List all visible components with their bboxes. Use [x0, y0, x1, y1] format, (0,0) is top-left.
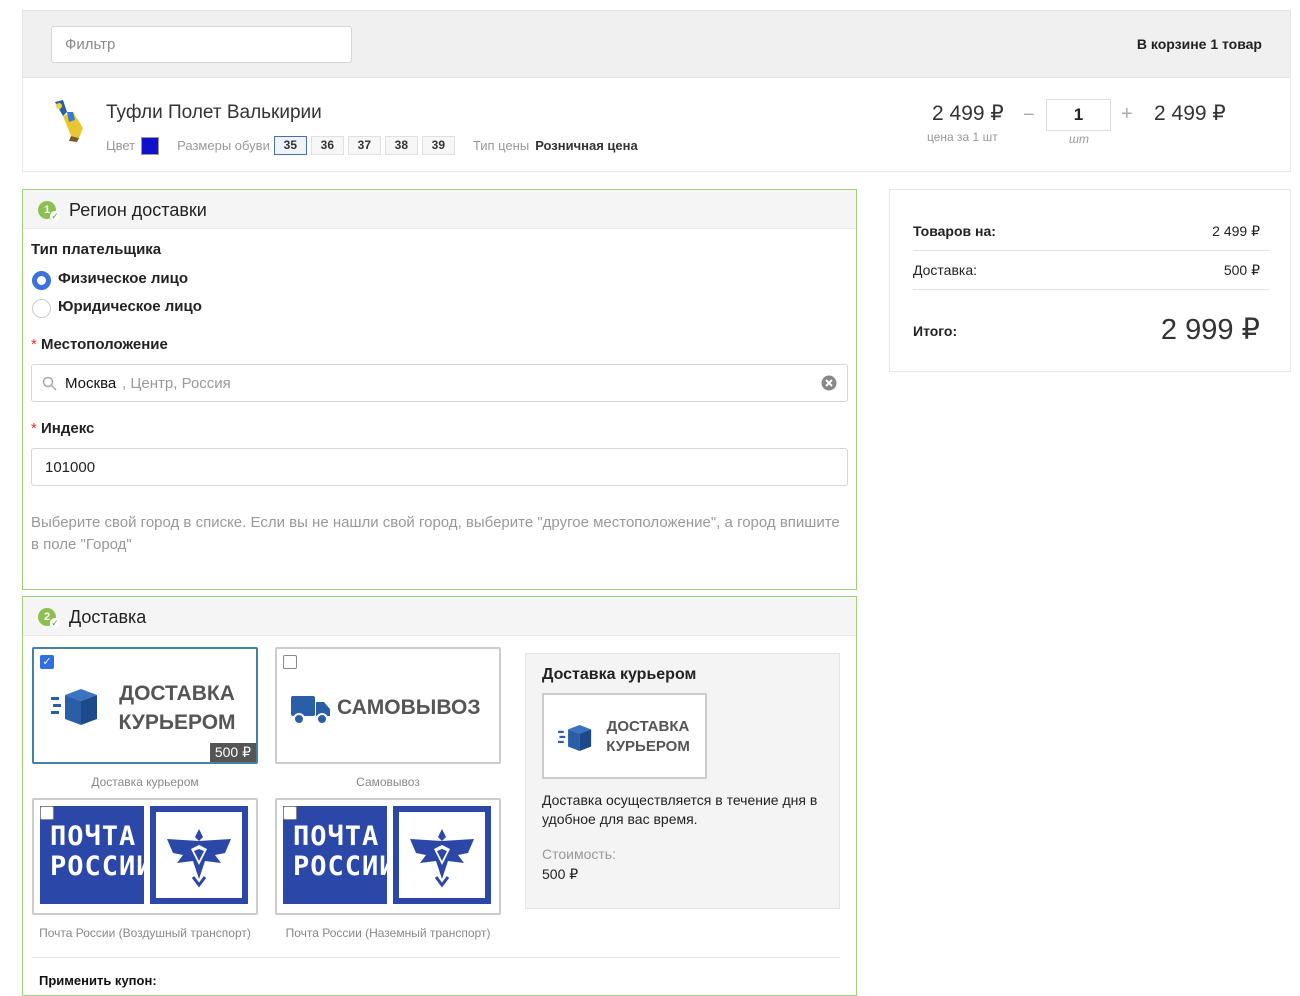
color-label: Цвет: [106, 138, 136, 153]
courier-box-icon: [51, 689, 97, 725]
size-option[interactable]: 35: [273, 136, 307, 155]
russian-post-logo: ПОЧТА РОССИИ: [283, 806, 491, 904]
summary-goods-value: 2 499 ₽: [1212, 223, 1260, 239]
payer-radio-legal[interactable]: [32, 299, 51, 318]
region-section: 1 ✓ Регион доставки Тип плательщика Физи…: [22, 189, 857, 590]
item-total-price: 2 499 ₽: [1154, 102, 1226, 125]
price-type-value: Розничная цена: [535, 138, 638, 153]
delivery-checkbox[interactable]: [40, 806, 54, 820]
delivery-checkbox[interactable]: [283, 806, 297, 820]
divider: [913, 289, 1269, 290]
delivery-info-logo: ДОСТАВКА КУРЬЕРОМ: [542, 693, 707, 779]
size-option[interactable]: 36: [310, 136, 344, 155]
eagle-emblem-icon: [150, 806, 248, 904]
delivery-checkbox[interactable]: ✓: [40, 655, 54, 669]
product-name[interactable]: Туфли Полет Валькирии: [106, 102, 322, 124]
clear-icon[interactable]: [821, 375, 837, 391]
divider: [913, 250, 1269, 251]
payer-option-label[interactable]: Физическое лицо: [58, 270, 188, 287]
required-marker: *: [31, 336, 42, 353]
size-option[interactable]: 38: [384, 136, 418, 155]
delivery-checkbox[interactable]: [283, 655, 297, 669]
location-input[interactable]: Москва , Центр, Россия: [31, 364, 848, 402]
region-section-header[interactable]: 1 ✓ Регион доставки: [23, 190, 856, 229]
pickup-logo-text: САМОВЫВОЗ: [337, 696, 481, 719]
summary-total-value: 2 999 ₽: [1160, 314, 1260, 346]
size-option[interactable]: 37: [347, 136, 381, 155]
delivery-cost-value: 500 ₽: [542, 866, 579, 882]
payer-option-label[interactable]: Юридическое лицо: [58, 298, 202, 315]
location-hint: Выберите свой город в списке. Если вы не…: [31, 514, 840, 553]
color-swatch: [141, 136, 160, 155]
unit-price-caption: цена за 1 шт: [927, 130, 998, 144]
required-marker: *: [31, 420, 42, 437]
cart-item-row: Туфли Полет Валькирии Цвет Размеры обуви…: [22, 78, 1291, 172]
quantity-input[interactable]: 1: [1046, 99, 1111, 131]
cart-count: В корзине 1 товар: [1136, 36, 1262, 52]
section-title: Доставка: [69, 607, 147, 627]
coupon-label: Применить купон:: [39, 973, 157, 988]
check-icon: ✓: [50, 211, 60, 221]
payer-type-label: Тип плательщика: [31, 241, 162, 258]
delivery-option-courier[interactable]: ✓ ДОСТАВКА КУРЬЕРОМ 500 ₽: [32, 647, 258, 764]
delivery-option-post-ground[interactable]: ПОЧТА РОССИИ: [275, 798, 501, 915]
courier-logo-text: ДОСТАВКА КУРЬЕРОМ: [118, 682, 236, 734]
delivery-option-post-air[interactable]: ПОЧТА РОССИИ: [32, 798, 258, 915]
unit-price: 2 499 ₽: [932, 102, 1004, 125]
delivery-price-badge: 500 ₽: [209, 743, 256, 762]
location-city: Москва: [65, 375, 117, 392]
payer-radio-individual[interactable]: [32, 271, 51, 290]
qty-increase-button[interactable]: +: [1121, 103, 1133, 126]
search-icon: [42, 376, 57, 391]
delivery-option-caption: Доставка курьером: [91, 775, 199, 789]
order-summary: Товаров на: 2 499 ₽ Доставка: 500 ₽ Итог…: [889, 189, 1291, 372]
location-label: * Местоположение: [31, 336, 168, 353]
delivery-cost-label: Стоимость:: [542, 846, 616, 862]
cart-header: Фильтр В корзине 1 товар: [22, 10, 1291, 78]
divider: [32, 957, 840, 958]
check-icon: ✓: [50, 618, 60, 628]
index-value: 101000: [45, 459, 96, 476]
delivery-option-caption: Почта России (Воздушный транспорт): [39, 926, 251, 940]
price-type-label: Тип цены: [472, 138, 530, 153]
index-label: * Индекс: [31, 420, 95, 437]
qty-decrease-button[interactable]: −: [1023, 104, 1035, 127]
sizes-label: Размеры обуви: [177, 138, 270, 153]
russian-post-logo: ПОЧТА РОССИИ: [40, 806, 248, 904]
quantity-unit: шт: [1069, 132, 1089, 146]
post-logo-text: ПОЧТА РОССИИ: [40, 806, 153, 904]
eagle-emblem-icon: [393, 806, 491, 904]
summary-delivery-value: 500 ₽: [1223, 262, 1260, 278]
filter-input[interactable]: Фильтр: [51, 26, 352, 63]
delivery-section-header[interactable]: 2 ✓ Доставка: [23, 597, 856, 636]
section-title: Регион доставки: [69, 200, 207, 220]
post-logo-text: ПОЧТА РОССИИ: [283, 806, 396, 904]
size-option[interactable]: 39: [421, 136, 455, 155]
product-props: Цвет Размеры обуви 35 36 37 38 39 Тип це…: [106, 136, 638, 155]
truck-icon: [291, 696, 330, 725]
delivery-option-pickup[interactable]: САМОВЫВОЗ: [275, 647, 501, 764]
delivery-info-panel: Доставка курьером ДОСТАВКА КУРЬЕРОМ Дост…: [525, 653, 840, 909]
product-image[interactable]: [49, 98, 89, 142]
delivery-option-caption: Почта России (Наземный транспорт): [285, 926, 491, 940]
delivery-info-description: Доставка осуществляется в течение дня в …: [542, 792, 818, 827]
courier-logo-text: ДОСТАВКА КУРЬЕРОМ: [606, 718, 690, 755]
index-input[interactable]: 101000: [31, 448, 848, 486]
location-details: , Центр, Россия: [122, 375, 231, 392]
courier-box-icon: [558, 725, 592, 751]
delivery-option-caption: Самовывоз: [356, 775, 420, 789]
delivery-info-title: Доставка курьером: [542, 666, 697, 683]
